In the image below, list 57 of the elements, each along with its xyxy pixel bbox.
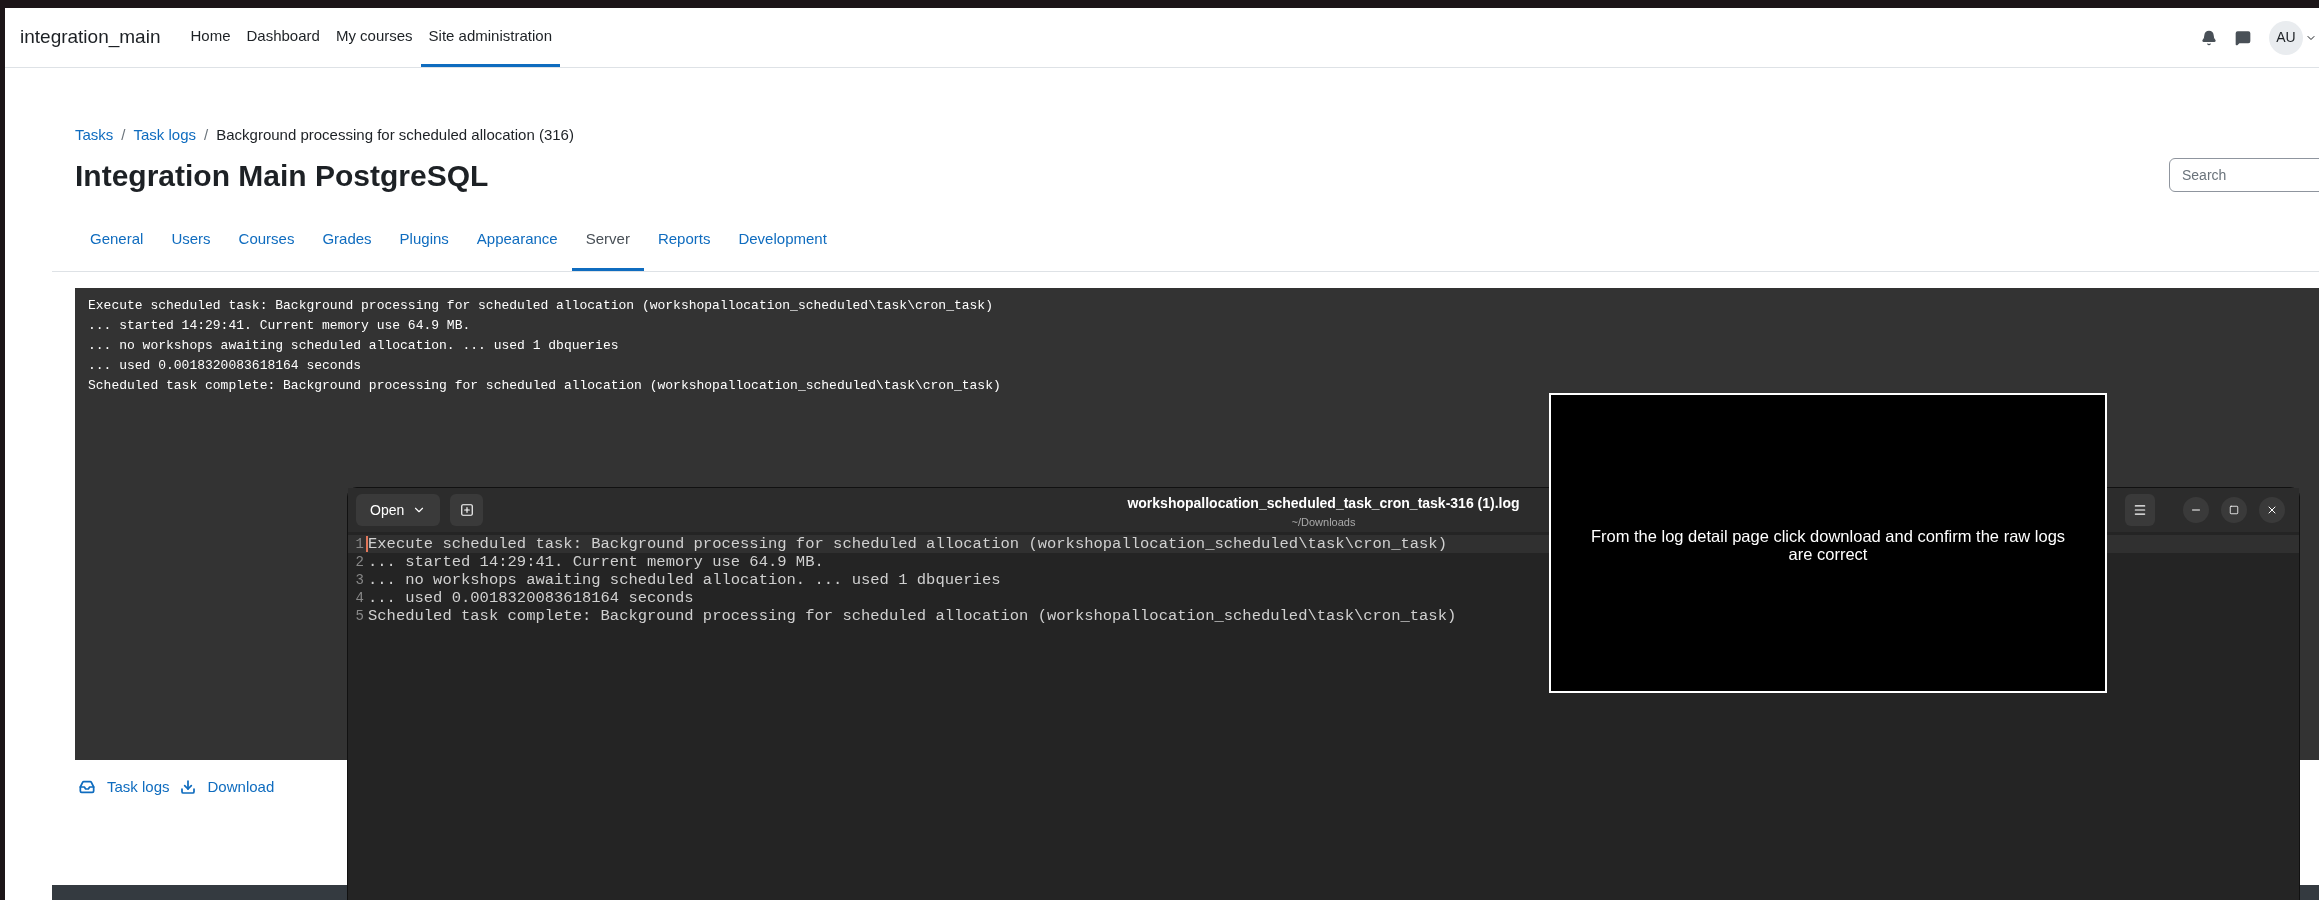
line-number: 2 (354, 552, 365, 572)
breadcrumb-current: Background processing for scheduled allocation (316) (216, 125, 574, 145)
log-line: ... used 0.0018320083618164 seconds (88, 357, 362, 375)
window-title: workshopallocation_scheduled_task_cron_task-316 (1).log (1127, 494, 1520, 513)
user-avatar[interactable]: AU (2269, 20, 2303, 55)
close-icon (2266, 504, 2278, 516)
admin-tab[interactable]: Users (157, 211, 225, 271)
nav-link[interactable]: My courses (327, 8, 421, 67)
editor-line: ... started 14:29:41. Current memory use 64.9 MB. (368, 553, 824, 571)
nav-link[interactable]: Site administration (420, 8, 560, 67)
close-button[interactable] (2259, 497, 2285, 523)
log-line: Execute scheduled task: Background processing for scheduled allocation (workshopallocation_scheduled\task\cron_task) (88, 297, 993, 315)
admin-tab[interactable]: Server (571, 211, 644, 271)
admin-tab[interactable]: Grades (308, 211, 386, 271)
window-subtitle: ~/Downloads (1291, 515, 1356, 530)
footer-link[interactable]: Task logs (107, 776, 170, 799)
plus-square-icon (459, 503, 474, 517)
admin-tab[interactable]: Appearance (462, 211, 572, 271)
download-icon[interactable] (179, 779, 196, 796)
new-tab-button[interactable] (450, 494, 484, 526)
site-brand[interactable]: integration_main (20, 23, 161, 52)
footer-link[interactable]: Download (207, 776, 275, 799)
messages-icon[interactable] (2235, 29, 2251, 46)
maximize-icon (2229, 505, 2239, 515)
editor-line: Scheduled task complete: Background processing for scheduled allocation (workshopallocation_scheduled\task\cron_task) (368, 607, 1457, 625)
editor-line: ... no workshops awaiting scheduled allocation. ... used 1 dbqueries (368, 571, 1001, 589)
admin-tab[interactable]: Plugins (385, 211, 463, 271)
line-number: 5 (354, 606, 365, 626)
line-number: 3 (354, 570, 365, 590)
breadcrumb-link[interactable]: Tasks (75, 124, 114, 147)
breadcrumb-separator: / (120, 125, 127, 145)
notification-bell-icon[interactable] (2201, 29, 2217, 46)
line-number: 4 (354, 588, 365, 608)
admin-tab[interactable]: Reports (643, 211, 725, 271)
admin-tab[interactable]: General (76, 211, 158, 271)
search-field[interactable]: Search (2169, 158, 2319, 192)
breadcrumb-separator: / (203, 125, 210, 145)
log-line: ... started 14:29:41. Current memory use 64.9 MB. (88, 317, 471, 335)
line-number: 1 (354, 534, 365, 554)
menu-button[interactable] (2125, 494, 2155, 526)
open-button[interactable]: Open (356, 494, 441, 526)
nav-link[interactable]: Dashboard (238, 8, 328, 67)
page-title: Integration Main PostgreSQL (75, 157, 489, 194)
inbox-icon[interactable] (79, 779, 95, 796)
log-line: Scheduled task complete: Background processing for scheduled allocation (workshopallocation_scheduled\task\cron_task) (88, 377, 1001, 395)
editor-line: ... used 0.0018320083618164 seconds (368, 589, 694, 607)
nav-link[interactable]: Home (182, 8, 239, 67)
caption-text: From the log detail page click download and confirm the raw logs are correct (1589, 527, 2067, 563)
editor-line: Execute scheduled task: Background processing for scheduled allocation (workshopallocation_scheduled\task\cron_task) (368, 535, 1447, 553)
menu-icon (2133, 503, 2147, 517)
log-line: ... no workshops awaiting scheduled allocation. ... used 1 dbqueries (88, 337, 619, 355)
minimize-button[interactable] (2183, 497, 2209, 523)
maximize-button[interactable] (2221, 497, 2247, 523)
breadcrumb-link[interactable]: Task logs (133, 124, 197, 147)
admin-tab[interactable]: Development (724, 211, 841, 271)
text-cursor (366, 536, 368, 552)
admin-tab[interactable]: Courses (224, 211, 309, 271)
